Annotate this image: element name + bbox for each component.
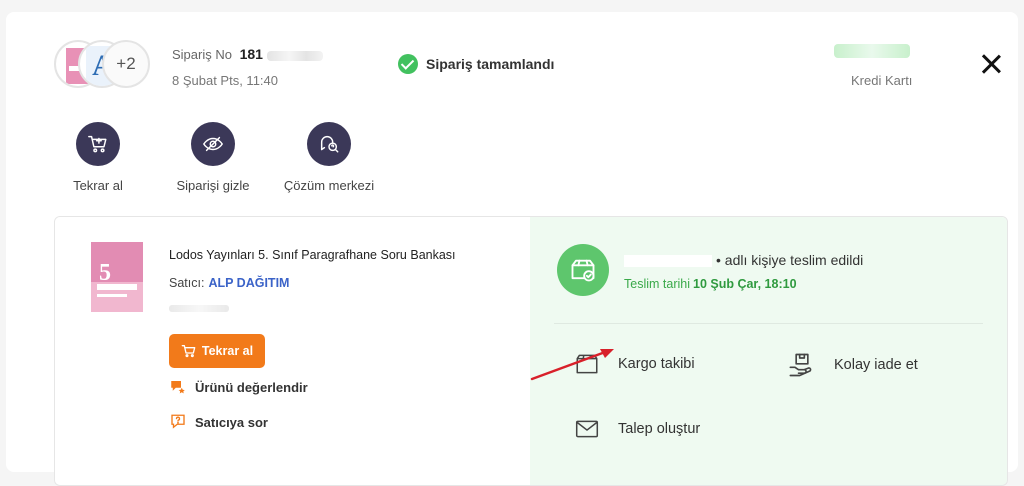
question-bubble-icon — [171, 414, 185, 429]
buy-again-button[interactable]: Tekrar al — [169, 334, 265, 368]
order-detail-card: A +2 Sipariş No 181 8 Şubat Pts, 11:40 S… — [6, 12, 1018, 486]
easy-return-link[interactable]: Kolay iade et — [788, 351, 918, 379]
star-bubble-icon — [171, 381, 187, 395]
redacted-price — [834, 44, 910, 58]
reorder-action-button[interactable]: Tekrar al — [43, 122, 153, 193]
order-status: Sipariş tamamlandı — [398, 54, 554, 74]
delivery-recipient: • adlı kişiye teslim edildi — [624, 252, 863, 268]
redacted-text — [266, 50, 323, 61]
product-panel: 5 Lodos Yayınları 5. Sınıf Paragrafhane … — [55, 217, 530, 485]
delivery-date: Teslim tarihi 10 Şub Çar, 18:10 — [624, 277, 797, 291]
package-section: 5 Lodos Yayınları 5. Sınıf Paragrafhane … — [54, 216, 1008, 486]
ask-seller-label: Satıcıya sor — [195, 414, 268, 430]
order-thumbnails[interactable]: A +2 — [54, 40, 150, 88]
cart-plus-icon — [76, 122, 120, 166]
return-box-icon — [789, 353, 812, 377]
ask-seller-link[interactable]: Satıcıya sor — [169, 413, 268, 431]
delivered-box-icon — [557, 244, 609, 296]
check-circle-icon — [398, 54, 418, 74]
help-center-label: Çözüm merkezi — [283, 178, 375, 193]
mail-icon — [575, 420, 599, 438]
easy-return-label: Kolay iade et — [834, 357, 918, 373]
buy-again-label: Tekrar al — [201, 344, 254, 358]
product-title[interactable]: Lodos Yayınları 5. Sınıf Paragrafhane So… — [169, 248, 456, 262]
hide-order-button[interactable]: Siparişi gizle — [158, 122, 268, 193]
redacted-text — [169, 305, 229, 312]
reorder-label: Tekrar al — [73, 178, 123, 193]
divider — [554, 323, 983, 324]
delivery-panel: • adlı kişiye teslim edildi Teslim tarih… — [530, 217, 1007, 485]
order-number-value: 181 — [239, 46, 263, 62]
product-image[interactable]: 5 — [91, 242, 143, 312]
delivery-date-value: 10 Şub Çar, 18:10 — [693, 277, 797, 291]
order-date: 8 Şubat Pts, 11:40 — [172, 73, 278, 88]
create-request-label: Talep oluştur — [618, 421, 701, 437]
order-number-label: Sipariş No — [172, 47, 232, 62]
order-number: Sipariş No 181 — [172, 46, 323, 62]
delivery-date-label: Teslim tarihi — [624, 277, 690, 291]
help-center-icon — [307, 122, 351, 166]
hide-order-label: Siparişi gizle — [176, 178, 250, 193]
seller-label: Satıcı: — [169, 276, 205, 290]
create-request-link[interactable]: Talep oluştur — [574, 416, 700, 442]
eye-off-icon — [191, 122, 235, 166]
seller-name-link[interactable]: ALP DAĞITIM — [208, 276, 289, 290]
cart-icon — [181, 345, 196, 358]
more-items-count: +2 — [102, 40, 150, 88]
review-product-link[interactable]: Ürünü değerlendir — [169, 378, 308, 396]
close-icon[interactable] — [980, 53, 1002, 75]
payment-method: Kredi Kartı — [851, 73, 913, 88]
help-center-button[interactable]: Çözüm merkezi — [274, 122, 384, 193]
redacted-name — [624, 255, 712, 268]
review-product-label: Ürünü değerlendir — [195, 379, 308, 395]
order-status-text: Sipariş tamamlandı — [426, 56, 555, 72]
tracking-label: Kargo takibi — [618, 356, 695, 372]
box-icon — [576, 354, 598, 374]
seller-info: Satıcı: ALP DAĞITIM — [169, 276, 289, 290]
tracking-link[interactable]: Kargo takibi — [574, 351, 695, 377]
